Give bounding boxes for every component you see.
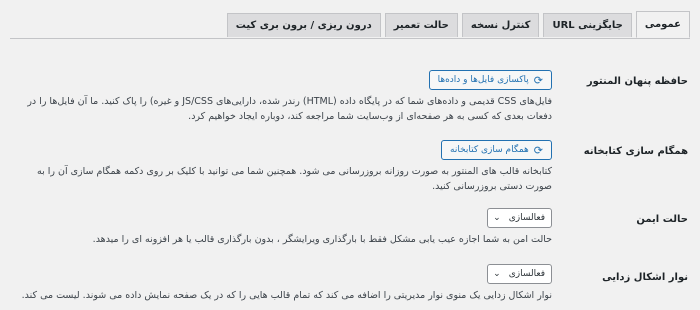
debug-bar-content: فعالسازی ⌄ نوار اشکال زدایی یک منوی نوار… (8, 264, 552, 303)
refresh-icon: ⟳ (533, 73, 543, 87)
sync-library-button[interactable]: ⟳ همگام سازی کتابخانه (441, 140, 552, 160)
sync-description: کتابخانه قالب های المنتور به صورت روزانه… (36, 166, 552, 192)
safe-mode-select-value: فعالسازی (508, 213, 545, 223)
chevron-down-icon: ⌄ (493, 269, 501, 279)
tab-version-control[interactable]: کنترل نسخه (461, 13, 540, 37)
refresh-icon: ⟳ (533, 143, 543, 157)
clear-cache-button-label: پاکسازی فایل‌ها و داده‌ها (437, 75, 529, 85)
clear-cache-button[interactable]: ⟳ پاکسازی فایل‌ها و داده‌ها (428, 70, 552, 90)
debug-bar-select-value: فعالسازی (508, 269, 545, 279)
debug-bar-select[interactable]: فعالسازی ⌄ (487, 264, 552, 284)
debug-bar-label: نوار اشکال زدایی (602, 272, 688, 283)
settings-tabs: عمومی جایگزینی URL کنترل نسخه حالت تعمیر… (10, 11, 690, 39)
sync-label: همگام سازی کتابخانه (583, 146, 688, 157)
debug-bar-description: نوار اشکال زدایی یک منوی نوار مدیریتی را… (21, 290, 552, 301)
cache-content: ⟳ پاکسازی فایل‌ها و داده‌ها فایل‌های CSS… (8, 70, 552, 124)
safe-mode-select[interactable]: فعالسازی ⌄ (487, 208, 552, 228)
cache-label: حافظه پنهان المنتور (586, 76, 688, 87)
tab-general[interactable]: عمومی (635, 11, 690, 38)
safe-mode-description: حالت امن به شما اجازه عیب یابی مشکل فقط … (92, 234, 552, 245)
tab-import-export-kit[interactable]: درون ریزی / برون بری کیت (226, 13, 381, 37)
chevron-down-icon: ⌄ (493, 213, 501, 223)
sync-content: ⟳ همگام سازی کتابخانه کتابخانه قالب های … (8, 140, 552, 194)
sync-library-button-label: همگام سازی کتابخانه (450, 145, 529, 155)
safe-mode-label: حالت ایمن (636, 214, 688, 225)
tab-replace-url[interactable]: جایگزینی URL (543, 13, 632, 37)
cache-description: فایل‌های CSS قدیمی و داده‌های شما که در … (27, 96, 552, 122)
safe-mode-content: فعالسازی ⌄ حالت امن به شما اجازه عیب یاب… (8, 208, 552, 247)
tab-maintenance-mode[interactable]: حالت تعمیر (384, 13, 458, 37)
